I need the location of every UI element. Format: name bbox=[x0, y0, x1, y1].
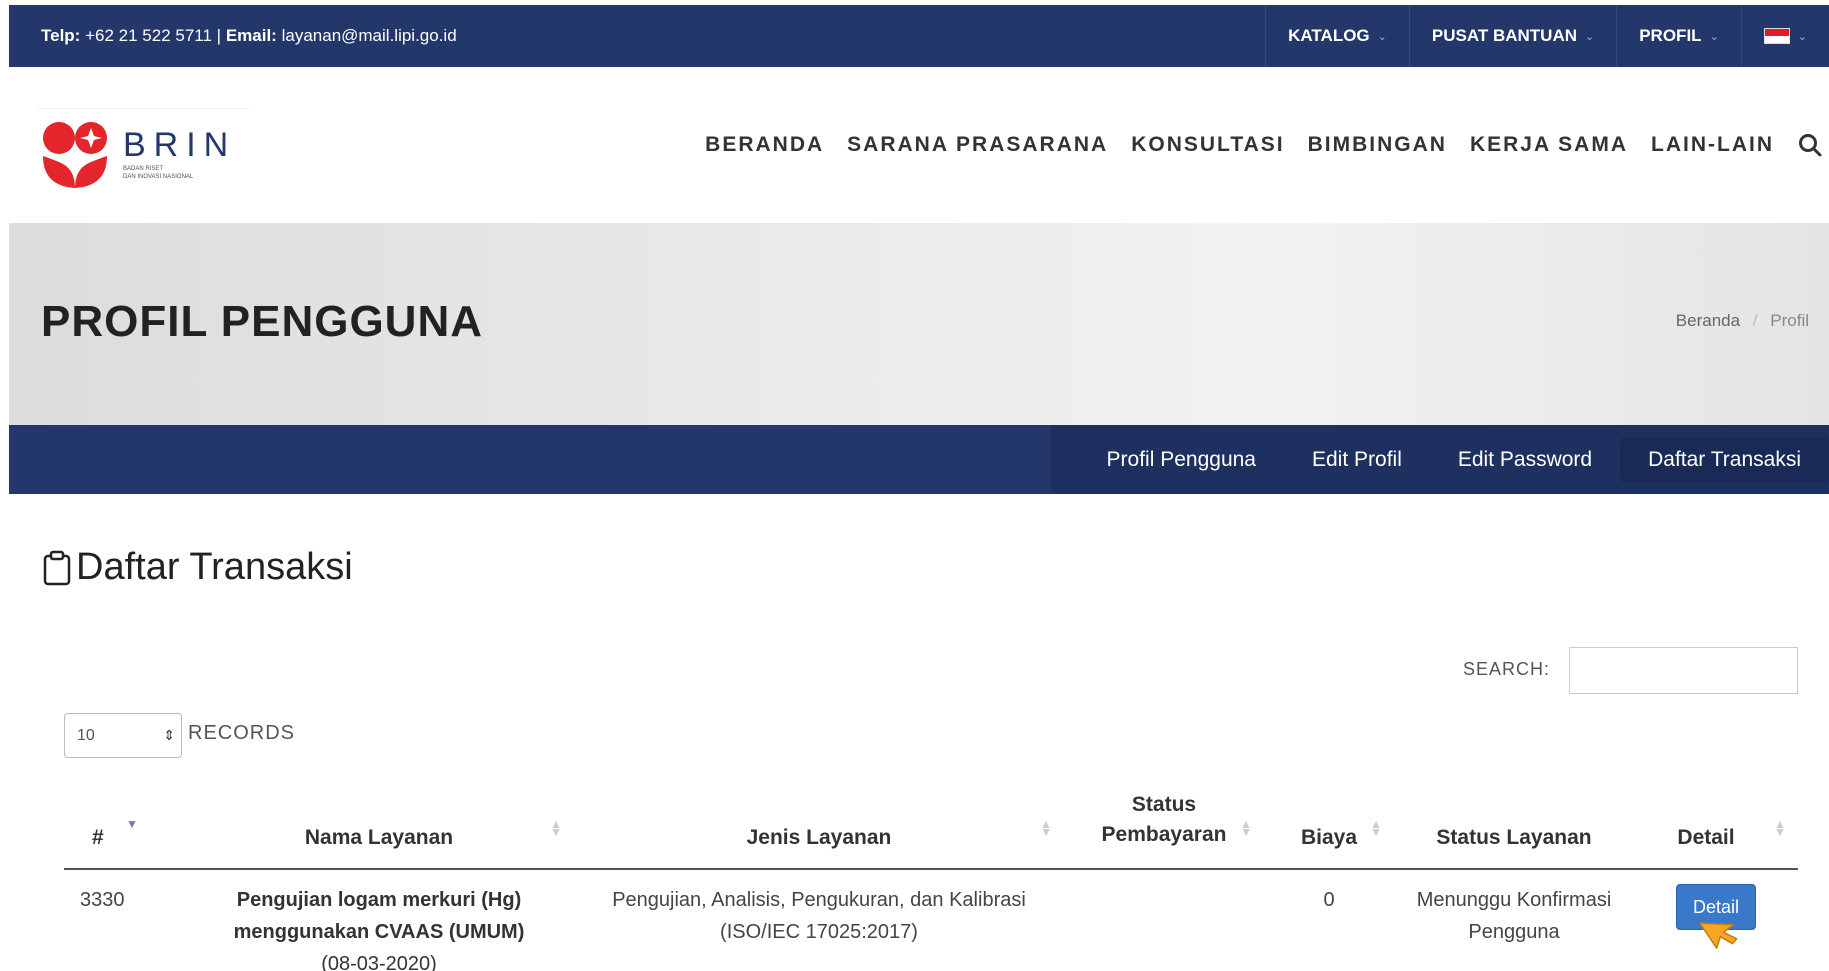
column-header-status-pembayaran[interactable]: Status Pembayaran ▲ ▼ bbox=[1064, 790, 1264, 870]
cell-status-pembayaran bbox=[1064, 869, 1264, 971]
nav-sarana-prasarana[interactable]: SARANA PRASARANA bbox=[847, 133, 1108, 157]
column-header-label: Nama Layanan bbox=[304, 826, 454, 849]
column-header-jenis-layanan[interactable]: Jenis Layanan ▲ ▼ bbox=[574, 790, 1064, 870]
column-header-label: Detail bbox=[1677, 826, 1735, 849]
nav-konsultasi[interactable]: KONSULTASI bbox=[1131, 133, 1284, 157]
nav-lain-lain[interactable]: LAIN-LAIN bbox=[1651, 133, 1774, 157]
logo-subtitle-2: DAN INOVASI NASIONAL bbox=[123, 174, 194, 180]
indonesia-flag-icon bbox=[1763, 28, 1790, 44]
language-selector[interactable]: ⌄ bbox=[1740, 5, 1829, 67]
search-input[interactable] bbox=[1569, 647, 1798, 694]
top-menu-label: PUSAT BANTUAN bbox=[1431, 26, 1577, 45]
breadcrumb-home[interactable]: Beranda bbox=[1676, 311, 1740, 330]
records-value: 10 bbox=[77, 726, 95, 744]
top-menu-label: PROFIL bbox=[1639, 26, 1702, 45]
cell-id: 3330 bbox=[80, 889, 125, 911]
top-menu-katalog[interactable]: KATALOG ⌄ bbox=[1265, 5, 1409, 67]
select-arrows-icon: ⇕ bbox=[163, 727, 175, 743]
nama-line-3: (08-03-2020) bbox=[321, 953, 437, 971]
column-header-detail[interactable]: Detail ▲ ▼ bbox=[1634, 790, 1798, 870]
tab-edit-profil[interactable]: Edit Profil bbox=[1284, 437, 1430, 483]
page-title: PROFIL PENGGUNA bbox=[41, 297, 484, 346]
jenis-line-1: Pengujian, Analisis, Pengukuran, dan Kal… bbox=[612, 889, 1026, 911]
contact-info: Telp: +62 21 522 5711 | Email: layanan@m… bbox=[41, 26, 457, 46]
jenis-line-2: (ISO/IEC 17025:2017) bbox=[720, 921, 918, 943]
nav-kerja-sama[interactable]: KERJA SAMA bbox=[1470, 133, 1628, 157]
chevron-down-icon: ⌄ bbox=[1709, 30, 1719, 43]
top-menu-profil[interactable]: PROFIL ⌄ bbox=[1616, 5, 1741, 67]
top-menu-pusat-bantuan[interactable]: PUSAT BANTUAN ⌄ bbox=[1408, 5, 1616, 67]
breadcrumb: Beranda / Profil bbox=[1676, 311, 1809, 331]
tab-daftar-transaksi[interactable]: Daftar Transaksi bbox=[1620, 436, 1829, 483]
sort-icon: ▲ ▼ bbox=[1774, 817, 1786, 839]
logo-subtitle-1: BADAN RISET bbox=[123, 166, 164, 172]
breadcrumb-current: Profil bbox=[1770, 311, 1809, 330]
column-header-label: Biaya bbox=[1300, 826, 1358, 849]
column-header-status-layanan[interactable]: Status Layanan bbox=[1394, 790, 1634, 870]
contact-separator: | bbox=[216, 26, 222, 45]
chevron-down-icon: ⌄ bbox=[1797, 30, 1807, 43]
cell-biaya: 0 bbox=[1323, 889, 1335, 911]
column-header-label: Status Pembayaran bbox=[1101, 793, 1227, 846]
status-line-1: Menunggu Konfirmasi bbox=[1416, 889, 1612, 911]
cell-status-layanan: Menunggu Konfirmasi Pengguna bbox=[1394, 869, 1634, 971]
section-title-text: Daftar Transaksi bbox=[76, 546, 353, 588]
phone-number: +62 21 522 5711 bbox=[85, 26, 212, 45]
column-header-label: Jenis Layanan bbox=[746, 826, 892, 849]
chevron-down-icon: ⌄ bbox=[1585, 30, 1595, 43]
column-header-number[interactable]: # ▼ bbox=[64, 790, 184, 870]
status-line-2: Pengguna bbox=[1468, 921, 1560, 943]
sort-icon: ▲ ▼ bbox=[550, 817, 562, 839]
email-address[interactable]: layanan@mail.lipi.go.id bbox=[282, 26, 457, 45]
tab-edit-password[interactable]: Edit Password bbox=[1430, 437, 1620, 483]
column-header-label: # bbox=[92, 826, 104, 849]
phone-label: Telp: bbox=[41, 26, 81, 45]
column-header-biaya[interactable]: Biaya ▲ ▼ bbox=[1264, 790, 1394, 870]
search-icon[interactable] bbox=[1797, 132, 1823, 158]
table-row: 3330 Pengujian logam merkuri (Hg) menggu… bbox=[64, 869, 1798, 971]
nama-line-1: Pengujian logam merkuri (Hg) bbox=[236, 889, 522, 911]
records-label: RECORDS bbox=[188, 722, 296, 744]
logo-name: BRIN bbox=[123, 126, 237, 164]
column-header-nama-layanan[interactable]: Nama Layanan ▲ ▼ bbox=[184, 790, 574, 870]
brin-logo-icon bbox=[43, 121, 107, 188]
breadcrumb-separator: / bbox=[1752, 311, 1758, 330]
cell-nama-layanan: Pengujian logam merkuri (Hg) menggunakan… bbox=[184, 869, 574, 971]
nama-line-2: menggunakan CVAAS (UMUM) bbox=[233, 921, 525, 943]
clipboard-icon bbox=[43, 550, 71, 585]
section-title: Daftar Transaksi bbox=[42, 546, 353, 589]
top-nav: KATALOG ⌄ PUSAT BANTUAN ⌄ PROFIL ⌄ ⌄ bbox=[1265, 5, 1829, 67]
table-header-row: # ▼ Nama Layanan ▲ ▼ Jenis Layanan ▲ ▼ Sta… bbox=[64, 790, 1798, 870]
top-bar: Telp: +62 21 522 5711 | Email: layanan@m… bbox=[9, 5, 1829, 67]
page-banner: PROFIL PENGGUNA Beranda / Profil bbox=[9, 223, 1829, 428]
brin-logo[interactable]: BRIN BADAN RISET DAN INOVASI NASIONAL bbox=[37, 108, 250, 198]
main-nav: BERANDA SARANA PRASARANA KONSULTASI BIMB… bbox=[705, 132, 1829, 158]
sort-icon: ▲ ▼ bbox=[1370, 817, 1382, 839]
chevron-down-icon: ⌄ bbox=[1377, 30, 1387, 43]
top-menu-label: KATALOG bbox=[1288, 26, 1370, 45]
column-header-label: Status Layanan bbox=[1436, 826, 1592, 849]
transactions-table: # ▼ Nama Layanan ▲ ▼ Jenis Layanan ▲ ▼ Sta… bbox=[64, 790, 1798, 971]
profile-subnav: Profil Pengguna Edit Profil Edit Passwor… bbox=[9, 425, 1829, 494]
records-per-page-select[interactable]: 10 ⇕ bbox=[64, 713, 182, 758]
sort-icon: ▲ ▼ bbox=[1040, 817, 1052, 839]
email-label: Email: bbox=[225, 26, 277, 45]
tab-profil-pengguna[interactable]: Profil Pengguna bbox=[1079, 437, 1284, 483]
search-label: SEARCH: bbox=[1463, 659, 1551, 679]
nav-beranda[interactable]: BERANDA bbox=[705, 133, 824, 157]
sort-asc-icon: ▼ bbox=[126, 817, 138, 831]
sort-icon: ▲ ▼ bbox=[1240, 817, 1252, 839]
mouse-cursor-icon bbox=[1700, 922, 1738, 949]
nav-bimbingan[interactable]: BIMBINGAN bbox=[1308, 133, 1447, 157]
cell-jenis-layanan: Pengujian, Analisis, Pengukuran, dan Kal… bbox=[574, 869, 1064, 971]
